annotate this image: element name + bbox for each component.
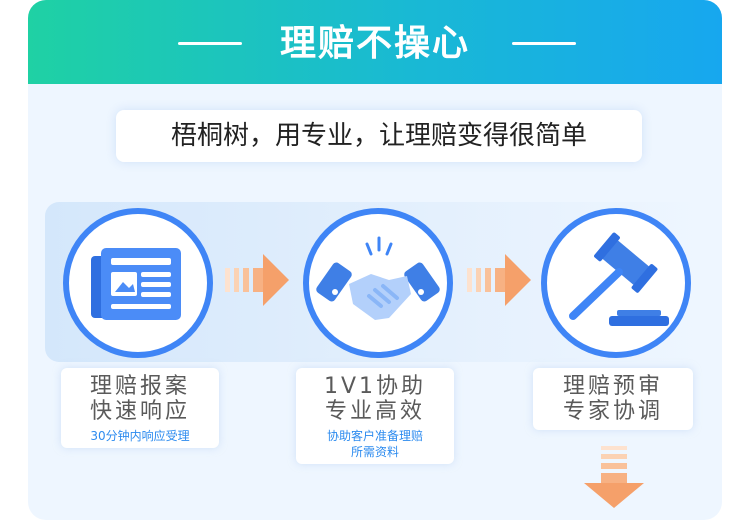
arrow-right-icon — [467, 254, 531, 306]
arrow-right-icon — [225, 254, 289, 306]
header-banner: 理赔不操心 — [28, 0, 722, 84]
step-1-title-line1: 理赔报案 — [89, 374, 190, 399]
step-3-label: 理赔预审 专家协调 — [533, 368, 693, 430]
step-2-label: 1V1协助 专业高效 协助客户准备理赔 所需资料 — [296, 368, 454, 464]
step-1-subtitle: 30分钟内响应受理 — [90, 429, 190, 443]
arrow-down-icon — [584, 446, 644, 508]
step-3-title-line1: 理赔预审 — [562, 374, 663, 399]
step-2-circle — [303, 208, 453, 358]
step-3-title-line2: 专家协调 — [562, 399, 663, 424]
step-2-title-line1: 1V1协助 — [323, 374, 427, 399]
step-1-label: 理赔报案 快速响应 30分钟内响应受理 — [61, 368, 219, 448]
gavel-icon — [569, 232, 669, 326]
step-1-circle — [63, 208, 213, 358]
banner-title: 理赔不操心 — [279, 23, 470, 64]
tagline: 梧桐树，用专业，让理赔变得很简单 — [116, 110, 642, 162]
step-2-subtitle-line1: 协助客户准备理赔 — [326, 429, 423, 443]
handshake-icon — [316, 236, 440, 320]
step-2-title-line2: 专业高效 — [324, 399, 425, 424]
newspaper-icon — [91, 248, 181, 320]
step-2-subtitle-line2: 所需资料 — [350, 445, 399, 459]
banner-right-line — [512, 42, 576, 45]
step-1-title-line2: 快速响应 — [89, 399, 190, 424]
step-3-circle — [541, 208, 691, 358]
